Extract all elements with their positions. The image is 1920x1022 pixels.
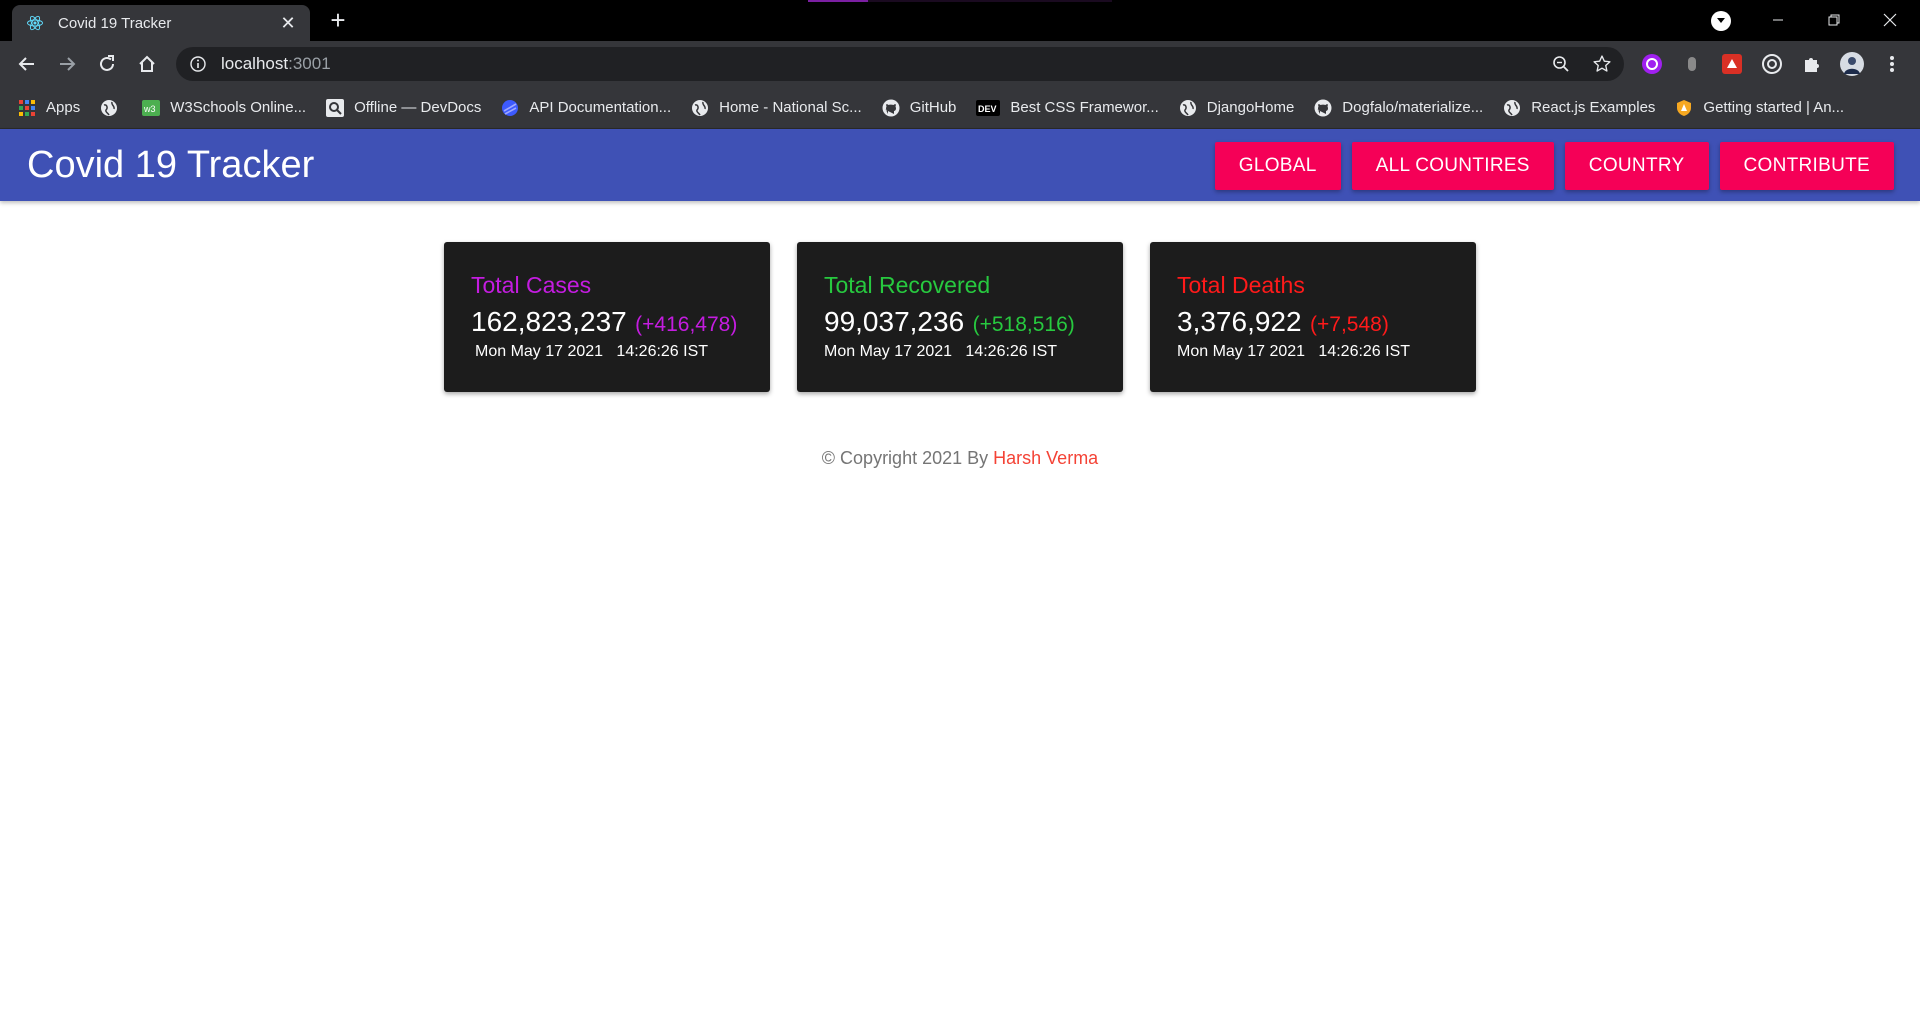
nav-country-button[interactable]: COUNTRY [1564, 142, 1709, 190]
bookmark-w3schools[interactable]: w3 W3Schools Online... [142, 99, 306, 117]
footer-copyright: © Copyright 2021 By Harsh Verma [0, 448, 1920, 469]
globe-icon [1179, 99, 1197, 117]
url-text: localhost:3001 [221, 54, 331, 73]
address-bar[interactable]: localhost:3001 [176, 47, 1624, 81]
brand-logo[interactable]: Covid 19 Tracker [27, 144, 314, 186]
extension-purple-icon[interactable] [1640, 52, 1664, 76]
card-timestamp: Mon May 17 2021 14:26:26 IST [475, 343, 709, 360]
bookmark-label: Best CSS Framewor... [1010, 99, 1159, 116]
bookmark-label: Getting started | An... [1703, 99, 1845, 116]
github-icon [882, 99, 900, 117]
bookmark-devdocs[interactable]: Offline — DevDocs [326, 98, 482, 117]
tab-strip-accent [808, 0, 1112, 2]
browser-tab[interactable]: Covid 19 Tracker ✕ [12, 5, 310, 41]
bookmark-github[interactable]: GitHub [882, 99, 957, 117]
new-tab-icon[interactable]: + [324, 6, 352, 34]
total-deaths-card: Total Deaths 3,376,922 (+7,548) Mon May … [1150, 242, 1476, 392]
back-icon[interactable] [12, 49, 42, 79]
dev-icon: DEV [976, 99, 1001, 117]
card-label: Total Recovered [824, 272, 991, 298]
bookmark-getting-started[interactable]: Getting started | An... [1675, 99, 1844, 117]
card-value-line: 99,037,236 (+518,516) [824, 306, 1075, 338]
profile-avatar[interactable] [1840, 52, 1864, 76]
app-navbar: Covid 19 Tracker GLOBAL ALL COUNTIRES CO… [0, 129, 1920, 201]
forward-icon[interactable] [52, 49, 82, 79]
tab-search-icon[interactable] [1711, 11, 1731, 31]
card-value: 3,376,922 [1177, 306, 1302, 337]
card-label: Total Deaths [1177, 272, 1305, 298]
api-docs-icon [501, 99, 519, 117]
bookmark-label: W3Schools Online... [170, 99, 307, 116]
extension-grey-icon[interactable] [1680, 52, 1704, 76]
bookmark-react-examples[interactable]: React.js Examples [1503, 99, 1655, 117]
home-icon[interactable] [132, 49, 162, 79]
bookmark-national[interactable]: Home - National Sc... [691, 99, 862, 117]
zoom-icon[interactable] [1546, 49, 1576, 79]
browser-tab-strip: Covid 19 Tracker ✕ + [0, 0, 1920, 41]
devdocs-icon [326, 98, 345, 117]
restore-icon[interactable] [1814, 4, 1854, 36]
bookmark-materialize[interactable]: Dogfalo/materialize... [1314, 99, 1483, 117]
globe-icon [691, 99, 709, 117]
bookmark-label: Offline — DevDocs [354, 99, 482, 116]
nav-global-button[interactable]: GLOBAL [1214, 142, 1341, 190]
close-window-icon[interactable] [1870, 4, 1910, 36]
card-timestamp: Mon May 17 2021 14:26:26 IST [824, 343, 1058, 360]
extension-target-icon[interactable] [1760, 52, 1784, 76]
extension-red-icon[interactable] [1720, 52, 1744, 76]
nav-all-countries-button[interactable]: ALL COUNTIRES [1351, 142, 1554, 190]
github-icon [1314, 99, 1332, 117]
card-timestamp: Mon May 17 2021 14:26:26 IST [1177, 343, 1411, 360]
total-cases-card: Total Cases 162,823,237 (+416,478) Mon M… [444, 242, 770, 392]
bookmark-djangohome[interactable]: DjangoHome [1179, 99, 1295, 117]
bookmark-label: GitHub [909, 99, 957, 116]
bookmark-label: React.js Examples [1531, 99, 1656, 116]
tab-title: Covid 19 Tracker [58, 14, 172, 32]
card-label: Total Cases [471, 272, 592, 298]
shield-icon [1675, 99, 1693, 117]
total-recovered-card: Total Recovered 99,037,236 (+518,516) Mo… [797, 242, 1123, 392]
card-value-line: 162,823,237 (+416,478) [471, 306, 737, 338]
card-value: 99,037,236 [824, 306, 965, 337]
w3schools-icon: w3 [142, 99, 161, 117]
bookmark-star-icon[interactable] [1587, 49, 1617, 79]
browser-toolbar: localhost:3001 [0, 41, 1920, 87]
copyright-text: © Copyright 2021 By [821, 448, 989, 468]
card-delta: (+518,516) [972, 313, 1075, 336]
react-icon [26, 14, 44, 32]
card-value-line: 3,376,922 (+7,548) [1177, 306, 1389, 338]
stats-cards: Total Cases 162,823,237 (+416,478) Mon M… [444, 242, 1476, 392]
nav-contribute-button[interactable]: CONTRIBUTE [1719, 142, 1894, 190]
bookmarks-bar: Apps w3 W3Schools Online... Offline — De… [0, 87, 1920, 129]
nav-links: GLOBAL ALL COUNTIRES COUNTRY CONTRIBUTE [1204, 142, 1894, 190]
author-link[interactable]: Harsh Verma [993, 448, 1098, 468]
chrome-menu-icon[interactable] [1880, 52, 1904, 76]
apps-grid-icon [18, 99, 36, 117]
bookmark-label: API Documentation... [529, 99, 672, 116]
bookmark-label: DjangoHome [1206, 99, 1295, 116]
tab-close-icon[interactable]: ✕ [276, 13, 300, 34]
card-delta: (+7,548) [1310, 313, 1389, 336]
bookmark-label: Dogfalo/materialize... [1342, 99, 1484, 116]
bookmark-label: Home - National Sc... [719, 99, 862, 116]
bookmark-api-docs[interactable]: API Documentation... [501, 99, 671, 117]
bookmark-label: Apps [46, 99, 81, 116]
extensions-puzzle-icon[interactable] [1800, 52, 1824, 76]
card-value: 162,823,237 [471, 306, 627, 337]
bookmark-css-frameworks[interactable]: DEV Best CSS Framewor... [976, 99, 1159, 117]
bookmark-apps[interactable]: Apps [18, 99, 80, 117]
globe-icon [100, 99, 118, 117]
reload-icon[interactable] [92, 49, 122, 79]
globe-icon [1503, 99, 1521, 117]
minimize-icon[interactable] [1758, 4, 1798, 36]
card-delta: (+416,478) [635, 313, 738, 336]
svg-text:DEV: DEV [978, 104, 997, 114]
site-info-icon[interactable] [189, 55, 207, 73]
bookmark-globe[interactable] [100, 99, 122, 117]
svg-text:w3: w3 [143, 104, 156, 114]
